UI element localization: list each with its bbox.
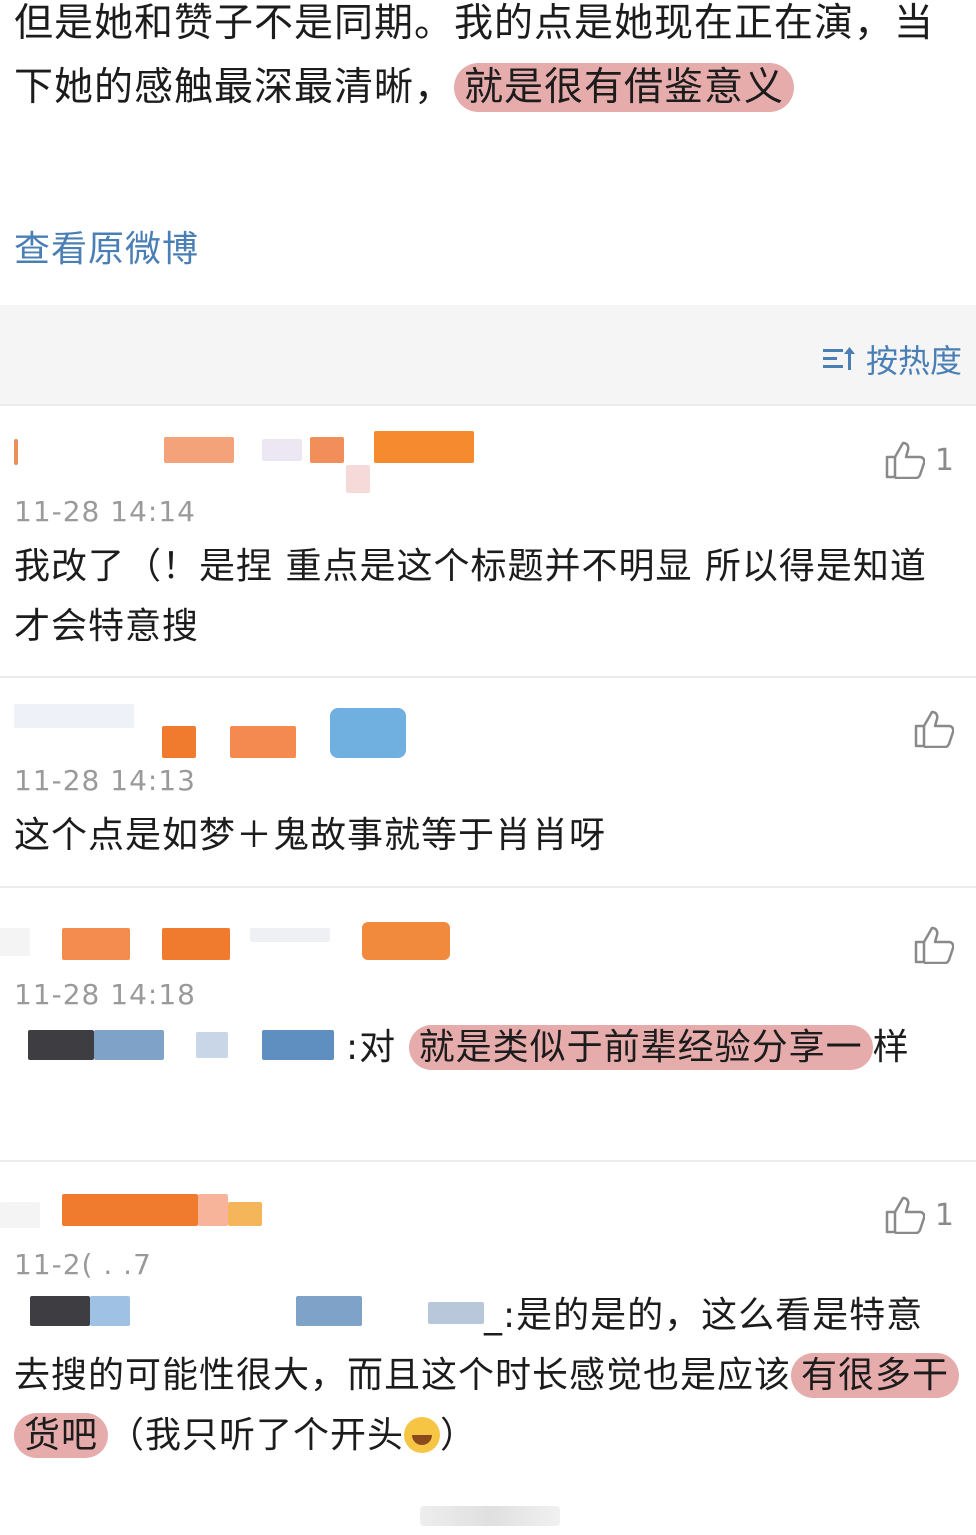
- comment-text: _:是的是的，这么看是特意去搜的可能性很大，而且这个时长感觉也是应该 有很多干货吧…: [14, 1286, 960, 1466]
- post-card: 但是她和赞子不是同期。我的点是她现在正在演，当下她的感触最深最清晰， 就是很有借鉴…: [0, 0, 976, 305]
- comment-text: 我改了（！是捏 重点是这个标题并不明显 所以得是知道才会特意搜: [14, 546, 927, 647]
- divider: [0, 404, 976, 406]
- comment-time: 11-28 14:14: [14, 495, 196, 528]
- post-text-highlight: 就是很有借鉴意义: [454, 63, 795, 112]
- thumbs-up-icon: [914, 710, 954, 748]
- comment-text-tail: 样: [872, 1027, 910, 1068]
- like-button[interactable]: [914, 926, 954, 964]
- post-text: 但是她和赞子不是同期。我的点是她现在正在演，当下她的感触最深最清晰， 就是很有借鉴…: [14, 0, 954, 120]
- comment-text: :对 就是类似于前辈经验分享一样: [14, 1018, 954, 1078]
- comment-time: 11-2( . .7: [14, 1248, 152, 1281]
- username-blurred[interactable]: [14, 696, 414, 760]
- username-blurred[interactable]: [14, 425, 474, 493]
- like-button[interactable]: 1: [885, 441, 954, 479]
- like-count: 1: [934, 442, 954, 478]
- username-blurred[interactable]: [0, 1180, 280, 1230]
- thumbs-up-icon: [914, 926, 954, 964]
- comment-highlight: 就是类似于前辈经验分享一: [408, 1025, 873, 1070]
- sort-label: 按热度: [865, 342, 962, 380]
- watermark: [420, 1506, 560, 1526]
- like-button[interactable]: 1: [885, 1196, 954, 1234]
- comment-text-end: ）: [440, 1415, 478, 1456]
- like-count: 1: [934, 1197, 954, 1233]
- comment-time: 11-28 14:18: [14, 978, 196, 1011]
- reply-prefix: _:是的是的，这么看是特意去搜的可能性很大，而且这个时长感觉也是应该: [14, 1295, 924, 1396]
- reply-prefix: :对: [346, 1027, 409, 1068]
- comment-time: 11-28 14:13: [14, 764, 196, 797]
- view-original-link[interactable]: 查看原微博: [14, 220, 199, 272]
- thumbs-up-icon: [885, 441, 925, 479]
- divider: [0, 886, 976, 888]
- divider: [0, 1160, 976, 1162]
- sort-icon: [822, 344, 856, 374]
- like-button[interactable]: [914, 710, 954, 748]
- laughing-emoji-icon: [404, 1417, 441, 1453]
- comment-text-tail: （我只听了个开头: [108, 1415, 405, 1456]
- sort-by-hot-button[interactable]: 按热度: [822, 336, 962, 382]
- thumbs-up-icon: [885, 1196, 925, 1234]
- comment-text: 这个点是如梦＋鬼故事就等于肖肖呀: [14, 815, 607, 856]
- divider: [0, 676, 976, 678]
- username-blurred[interactable]: [0, 908, 460, 968]
